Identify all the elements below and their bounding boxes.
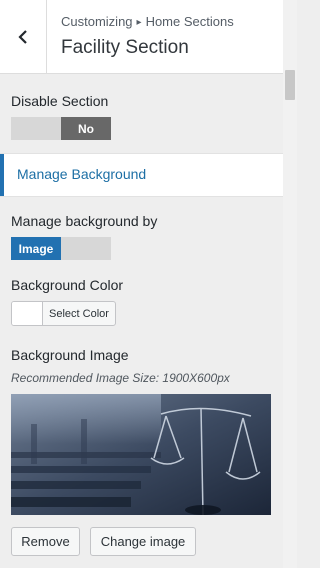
background-image-label: Background Image — [11, 347, 129, 363]
scales-of-justice-photo-icon — [11, 394, 271, 515]
disable-section-label: Disable Section — [11, 93, 109, 109]
manage-background-link[interactable]: Manage Background — [0, 153, 283, 197]
background-image-preview[interactable] — [11, 394, 271, 515]
page-title: Facility Section — [61, 37, 189, 58]
customizer-header: Customizing ▸ Home Sections Facility Secti… — [0, 0, 283, 74]
toggle-color-option[interactable] — [61, 237, 111, 260]
back-button[interactable] — [0, 0, 47, 73]
background-color-picker[interactable]: Select Color — [11, 301, 116, 326]
change-image-button[interactable]: Change image — [90, 527, 196, 556]
breadcrumb-separator: ▸ — [136, 17, 142, 28]
manage-by-label: Manage background by — [11, 213, 158, 229]
color-swatch[interactable] — [12, 302, 43, 325]
disable-section-toggle[interactable]: No — [11, 117, 111, 140]
toggle-no-option[interactable]: No — [61, 117, 111, 140]
breadcrumb-current: Home Sections — [145, 14, 234, 29]
select-color-button[interactable]: Select Color — [43, 302, 115, 325]
manage-background-label: Manage Background — [17, 166, 147, 182]
active-accent-bar — [0, 154, 4, 196]
breadcrumb: Customizing ▸ Home Sections — [61, 14, 234, 29]
manage-by-toggle[interactable]: Image — [11, 237, 111, 260]
remove-image-button[interactable]: Remove — [11, 527, 80, 556]
image-size-hint: Recommended Image Size: 1900X600px — [11, 371, 230, 385]
background-color-label: Background Color — [11, 277, 124, 293]
toggle-yes-option[interactable] — [11, 117, 61, 140]
chevron-left-icon — [18, 29, 27, 44]
toggle-image-option[interactable]: Image — [11, 237, 61, 260]
breadcrumb-root: Customizing — [61, 14, 133, 29]
scrollbar-thumb[interactable] — [285, 70, 295, 100]
